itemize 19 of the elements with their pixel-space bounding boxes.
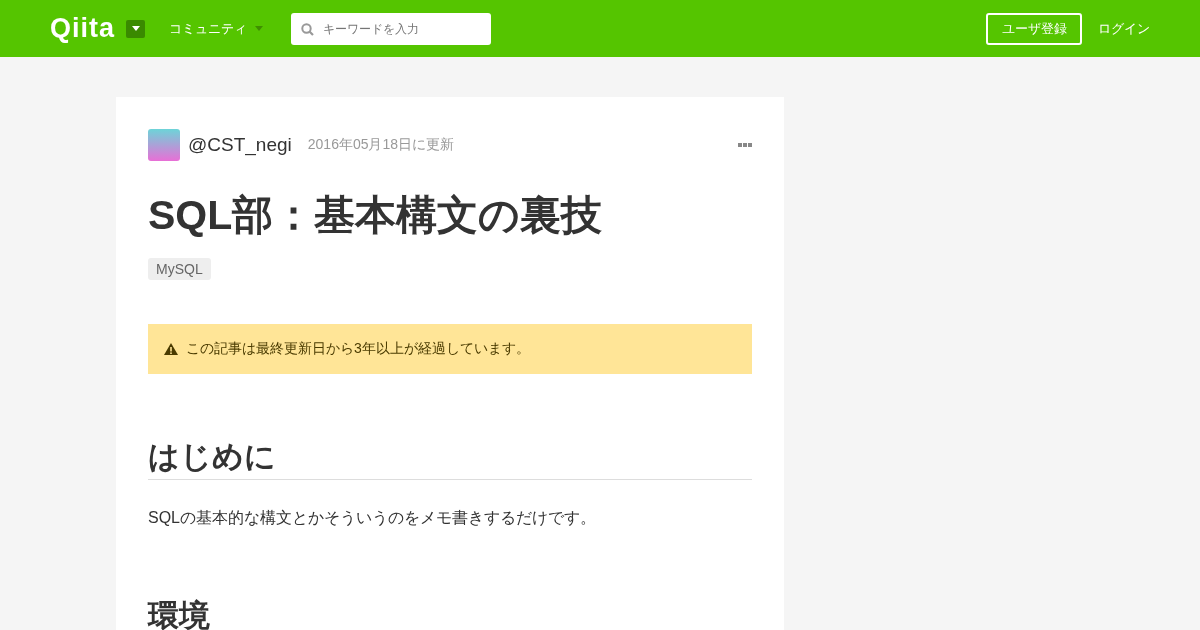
community-menu[interactable]: コミュニティ bbox=[169, 19, 263, 38]
author-name[interactable]: @CST_negi bbox=[188, 134, 292, 156]
logo[interactable]: Qiita bbox=[50, 13, 115, 44]
caret-icon bbox=[255, 26, 263, 31]
alert-text: この記事は最終更新日から3年以上が経過しています。 bbox=[186, 340, 530, 359]
updated-date: 2016年05月18日に更新 bbox=[307, 136, 455, 154]
caret-icon bbox=[131, 26, 140, 31]
article-title: SQL部：基本構文の裏技 bbox=[148, 191, 604, 240]
search-field[interactable]: キーワードを入力 bbox=[291, 12, 491, 45]
more-icon[interactable] bbox=[738, 143, 752, 147]
section-heading: はじめに bbox=[148, 438, 752, 481]
avatar-image bbox=[148, 129, 180, 161]
signup-button[interactable]: ユーザ登録 bbox=[986, 12, 1082, 45]
warning-icon bbox=[164, 343, 178, 356]
dropdown-button[interactable] bbox=[126, 19, 145, 38]
tag[interactable]: MySQL bbox=[148, 258, 211, 281]
section-heading: 環境 bbox=[148, 597, 211, 630]
login-link[interactable]: ログイン bbox=[1098, 19, 1150, 38]
paragraph: SQLの基本的な構文とかそういうのをメモ書きするだけです。 bbox=[148, 508, 597, 529]
